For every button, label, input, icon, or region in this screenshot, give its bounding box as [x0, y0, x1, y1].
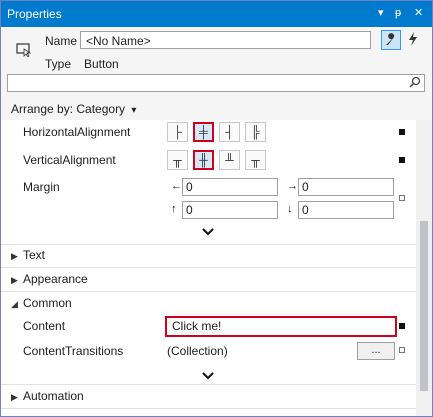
arrange-by-label: Arrange by: Category — [11, 102, 126, 116]
divider — [1, 384, 416, 385]
category-common[interactable]: ◢ Common — [11, 296, 72, 310]
close-icon[interactable]: ✕ — [414, 6, 423, 20]
element-icon — [16, 43, 32, 60]
divider — [1, 244, 416, 245]
search-icon[interactable] — [409, 76, 421, 91]
wrench-icon[interactable] — [381, 30, 401, 50]
arrange-by-dropdown[interactable]: Arrange by: Category ▾ — [11, 102, 136, 116]
property-marker-icon[interactable] — [399, 129, 405, 135]
expander-chevron-icon[interactable] — [202, 227, 214, 239]
type-value: Button — [84, 57, 119, 71]
category-label: Common — [23, 296, 72, 310]
property-marker-icon[interactable] — [399, 323, 405, 329]
property-marker-icon[interactable] — [399, 157, 405, 163]
vertical-alignment-group: ╥ ╫ ╨ ╥ — [167, 150, 267, 170]
divider — [1, 291, 416, 292]
category-appearance[interactable]: ▶ Appearance — [11, 272, 88, 286]
dropdown-icon[interactable]: ▾ — [378, 6, 384, 20]
expander-chevron-icon[interactable] — [202, 371, 214, 383]
content-label: Content — [23, 319, 66, 333]
chevron-right-icon: ▶ — [11, 251, 18, 261]
divider — [1, 267, 416, 268]
align-bottom-button[interactable]: ╨ — [219, 150, 240, 170]
divider — [1, 408, 416, 409]
category-label: Appearance — [23, 272, 88, 286]
category-text[interactable]: ▶ Text — [11, 248, 45, 262]
margin-right-field[interactable]: 0 — [298, 178, 394, 196]
margin-bottom-field[interactable]: 0 — [298, 201, 394, 219]
chevron-right-icon: ▶ — [11, 275, 18, 285]
name-label: Name — [45, 34, 78, 48]
title-bar: Properties ▾ ᵽ ✕ — [1, 1, 432, 27]
margin-left-field[interactable]: 0 — [182, 178, 278, 196]
category-label: Automation — [23, 389, 84, 403]
pin-icon[interactable]: ᵽ — [395, 6, 401, 20]
align-middle-button[interactable]: ╫ — [193, 150, 214, 170]
align-right-button[interactable]: ┤ — [219, 122, 240, 142]
horizontal-alignment-group: ├ ╪ ┤ ╠ — [167, 122, 267, 142]
name-field[interactable]: <No Name> — [80, 31, 371, 49]
ellipsis-button[interactable]: ... — [357, 342, 395, 360]
properties-window: Properties ▾ ᵽ ✕ Name <No Name> Type But… — [0, 0, 433, 417]
chevron-down-icon: ▾ — [131, 105, 137, 116]
content-field[interactable]: Click me! — [165, 316, 397, 337]
search-input[interactable] — [7, 74, 425, 92]
window-title: Properties — [7, 7, 62, 21]
align-top-button[interactable]: ╥ — [167, 150, 188, 170]
align-center-button[interactable]: ╪ — [193, 122, 214, 142]
arrow-left-icon: ← — [171, 180, 182, 192]
category-automation[interactable]: ▶ Automation — [11, 389, 84, 403]
arrow-right-icon: → — [287, 180, 298, 192]
arrow-down-icon: ↓ — [287, 203, 293, 215]
chevron-expanded-icon: ◢ — [11, 299, 18, 309]
content-transitions-label: ContentTransitions — [23, 344, 124, 358]
property-marker-icon[interactable] — [399, 195, 405, 201]
margin-label: Margin — [23, 180, 60, 194]
type-label: Type — [45, 57, 72, 71]
lightning-icon[interactable] — [403, 30, 423, 50]
property-marker-icon[interactable] — [399, 347, 405, 353]
vertical-alignment-label: VerticalAlignment — [23, 153, 116, 167]
scrollbar-thumb[interactable] — [420, 221, 428, 391]
align-vstretch-button[interactable]: ╥ — [245, 150, 266, 170]
margin-top-field[interactable]: 0 — [182, 201, 278, 219]
horizontal-alignment-label: HorizontalAlignment — [23, 125, 131, 139]
category-label: Text — [23, 248, 46, 262]
arrow-up-icon: ↑ — [171, 203, 177, 215]
align-stretch-button[interactable]: ╠ — [245, 122, 266, 142]
chevron-right-icon: ▶ — [11, 392, 18, 402]
content-transitions-value: (Collection) — [167, 344, 228, 358]
align-left-button[interactable]: ├ — [167, 122, 188, 142]
